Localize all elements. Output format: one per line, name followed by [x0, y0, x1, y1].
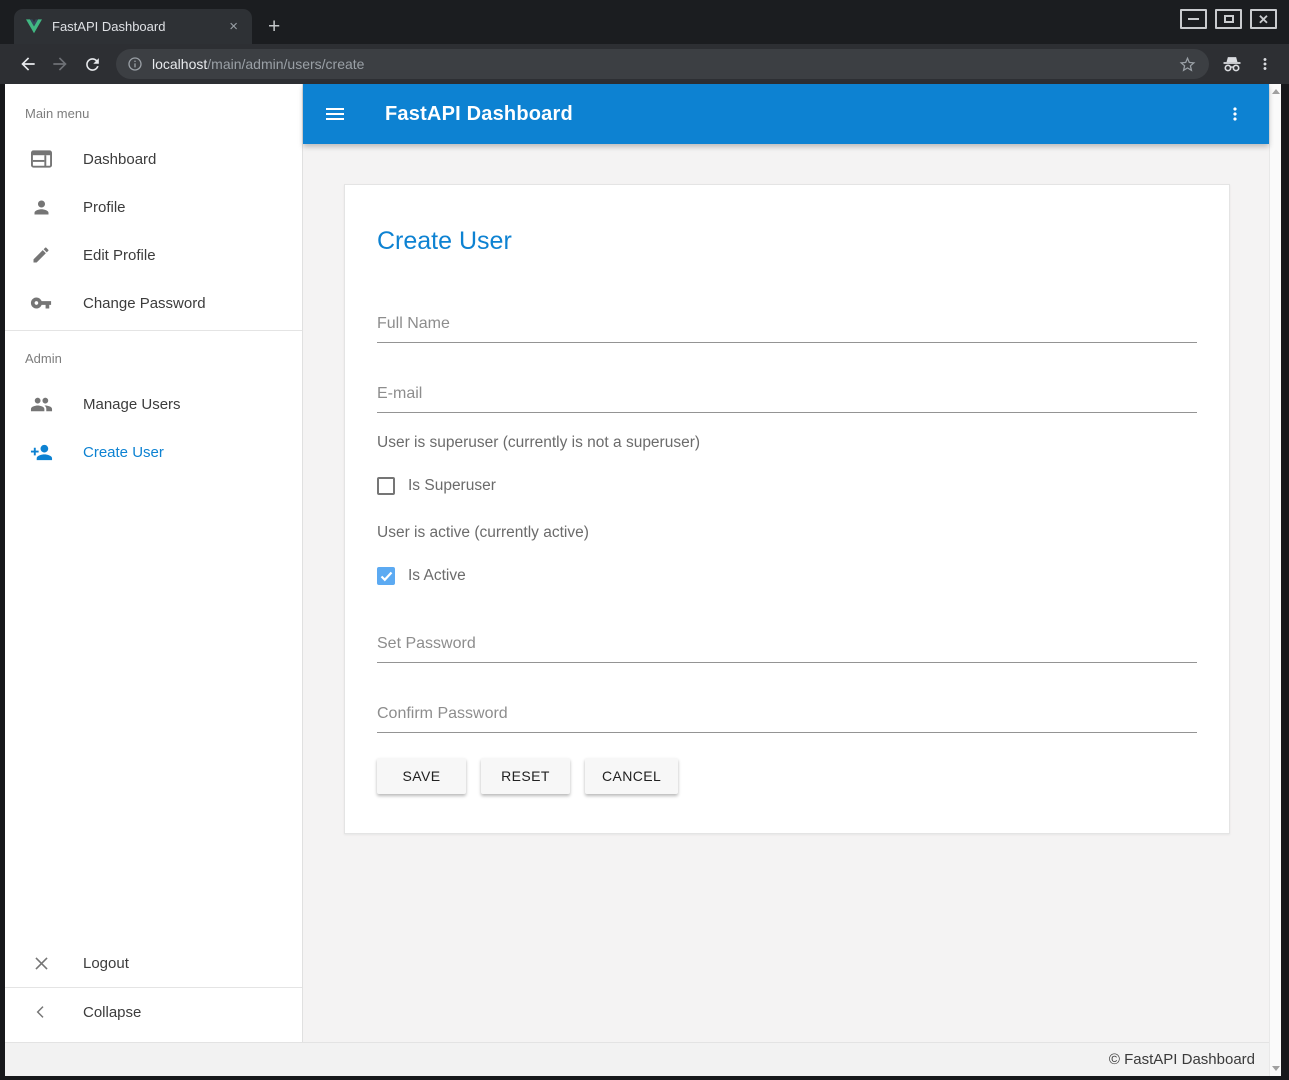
- sidebar-item-label: Collapse: [83, 1004, 141, 1021]
- page-viewport: Main menu Dashboard Profile: [5, 84, 1281, 1076]
- sidebar-item-profile[interactable]: Profile: [5, 183, 302, 231]
- sidebar-item-label: Create User: [83, 444, 164, 461]
- browser-tab[interactable]: FastAPI Dashboard ×: [14, 9, 252, 44]
- browser-toolbar: localhost/main/admin/users/create: [0, 44, 1289, 84]
- maximize-button[interactable]: [1215, 9, 1242, 29]
- sidebar-item-label: Change Password: [83, 295, 206, 312]
- active-checkbox-row[interactable]: Is Active: [377, 567, 1197, 585]
- hamburger-menu-icon[interactable]: [323, 102, 347, 126]
- confirm-password-field-wrap: [377, 701, 1197, 733]
- full-name-field-wrap: [377, 311, 1197, 343]
- set-password-input[interactable]: [377, 631, 1197, 663]
- active-checkbox[interactable]: [377, 567, 395, 585]
- person-add-icon: [29, 441, 53, 464]
- url-bar[interactable]: localhost/main/admin/users/create: [116, 49, 1209, 79]
- bookmark-star-icon[interactable]: [1178, 55, 1197, 74]
- close-x-icon: [29, 954, 53, 973]
- superuser-checkbox[interactable]: [377, 477, 395, 495]
- cancel-button[interactable]: CANCEL: [585, 758, 678, 794]
- back-button[interactable]: [12, 48, 44, 80]
- app-header: FastAPI Dashboard: [303, 84, 1269, 144]
- incognito-icon: [1221, 53, 1243, 75]
- active-note: User is active (currently active): [377, 524, 1197, 542]
- sidebar-item-manage-users[interactable]: Manage Users: [5, 380, 302, 428]
- chevron-left-icon: [29, 1004, 53, 1020]
- forward-button[interactable]: [44, 48, 76, 80]
- active-checkbox-label: Is Active: [408, 567, 466, 585]
- group-icon: [29, 393, 53, 416]
- page-title: Create User: [377, 227, 1197, 256]
- save-button[interactable]: SAVE: [377, 758, 466, 794]
- sidebar-item-edit-profile[interactable]: Edit Profile: [5, 231, 302, 279]
- url-path: /main/admin/users/create: [207, 56, 364, 72]
- superuser-note: User is superuser (currently is not a su…: [377, 434, 1197, 452]
- sidebar-item-label: Logout: [83, 955, 129, 972]
- sidebar-item-label: Dashboard: [83, 151, 156, 168]
- pencil-icon: [29, 245, 53, 265]
- person-icon: [29, 197, 53, 218]
- browser-menu-icon[interactable]: [1253, 48, 1277, 80]
- set-password-field-wrap: [377, 631, 1197, 663]
- copyright-text: © FastAPI Dashboard: [1109, 1051, 1255, 1068]
- site-info-icon[interactable]: [127, 56, 143, 72]
- sidebar-item-label: Profile: [83, 199, 126, 216]
- form-actions: SAVE RESET CANCEL: [377, 758, 1197, 794]
- scrollbar-down-arrow-icon[interactable]: [1272, 1066, 1280, 1071]
- window-controls: ✕: [1180, 9, 1277, 29]
- superuser-checkbox-label: Is Superuser: [408, 477, 496, 495]
- full-name-input[interactable]: [377, 311, 1197, 343]
- sidebar-item-collapse[interactable]: Collapse: [5, 988, 302, 1036]
- new-tab-button[interactable]: +: [268, 16, 280, 37]
- confirm-password-input[interactable]: [377, 701, 1197, 733]
- browser-titlebar: FastAPI Dashboard × + ✕: [0, 0, 1289, 44]
- sidebar-item-change-password[interactable]: Change Password: [5, 279, 302, 327]
- create-user-card: Create User User is superuser (currently…: [344, 184, 1230, 834]
- sidebar-item-label: Edit Profile: [83, 247, 156, 264]
- main-area: FastAPI Dashboard Create User User is su…: [303, 84, 1269, 1042]
- email-field-wrap: [377, 381, 1197, 413]
- sidebar-item-dashboard[interactable]: Dashboard: [5, 135, 302, 183]
- sidebar-item-label: Manage Users: [83, 396, 181, 413]
- sidebar-item-logout[interactable]: Logout: [5, 939, 302, 987]
- superuser-checkbox-row[interactable]: Is Superuser: [377, 477, 1197, 495]
- tab-close-icon[interactable]: ×: [225, 17, 242, 36]
- app-kebab-menu-icon[interactable]: [1225, 104, 1245, 124]
- page-content: Create User User is superuser (currently…: [303, 144, 1269, 1042]
- minimize-button[interactable]: [1180, 9, 1207, 29]
- sidebar-section-main-menu: Main menu: [5, 84, 302, 135]
- email-input[interactable]: [377, 381, 1197, 413]
- sidebar-item-create-user[interactable]: Create User: [5, 428, 302, 476]
- app-title: FastAPI Dashboard: [385, 103, 573, 126]
- page-footer: © FastAPI Dashboard: [5, 1042, 1269, 1076]
- dashboard-icon: [29, 150, 53, 169]
- tab-title: FastAPI Dashboard: [52, 19, 225, 34]
- reload-button[interactable]: [76, 48, 108, 80]
- close-window-button[interactable]: ✕: [1250, 9, 1277, 29]
- url-host: localhost: [152, 56, 207, 72]
- vue-logo-icon: [26, 19, 42, 34]
- sidebar: Main menu Dashboard Profile: [5, 84, 303, 1042]
- sidebar-section-admin: Admin: [5, 331, 302, 380]
- vertical-scrollbar[interactable]: [1269, 84, 1281, 1076]
- key-icon: [29, 292, 53, 314]
- scrollbar-up-arrow-icon[interactable]: [1272, 89, 1280, 94]
- reset-button[interactable]: RESET: [481, 758, 570, 794]
